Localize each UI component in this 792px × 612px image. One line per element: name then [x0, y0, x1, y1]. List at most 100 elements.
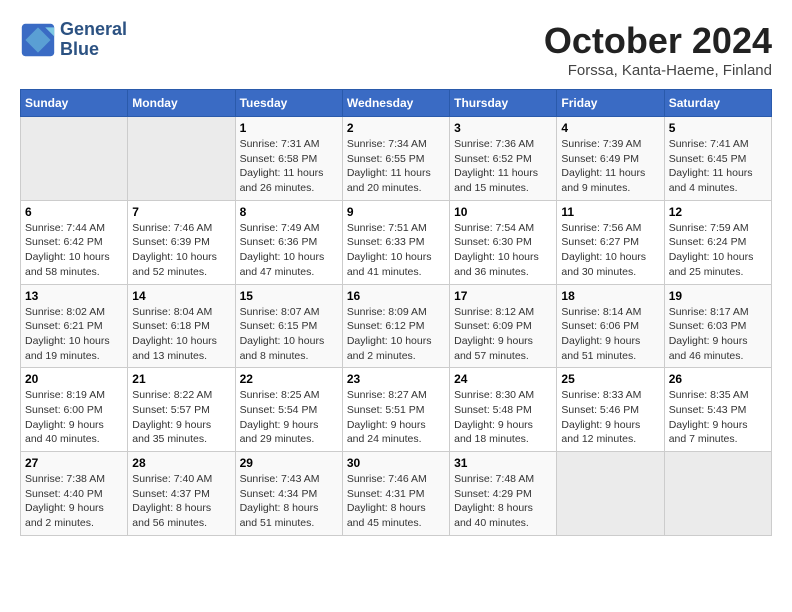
- day-number: 23: [347, 372, 445, 386]
- day-info: Sunrise: 8:19 AM Sunset: 6:00 PM Dayligh…: [25, 388, 123, 447]
- day-number: 8: [240, 205, 338, 219]
- day-info: Sunrise: 8:17 AM Sunset: 6:03 PM Dayligh…: [669, 305, 767, 364]
- calendar-cell: 23Sunrise: 8:27 AM Sunset: 5:51 PM Dayli…: [342, 368, 449, 452]
- day-info: Sunrise: 8:02 AM Sunset: 6:21 PM Dayligh…: [25, 305, 123, 364]
- day-number: 15: [240, 289, 338, 303]
- calendar-cell: 9 Sunrise: 7:51 AM Sunset: 6:33 PM Daylig…: [342, 200, 449, 284]
- calendar-cell: 3Sunrise: 7:36 AM Sunset: 6:52 PM Daylig…: [450, 117, 557, 201]
- day-number: 2: [347, 121, 445, 135]
- day-header-sunday: Sunday: [21, 90, 128, 117]
- calendar-cell: 10Sunrise: 7:54 AM Sunset: 6:30 PM Dayli…: [450, 200, 557, 284]
- calendar-cell: 26 Sunrise: 8:35 AM Sunset: 5:43 PM Dayli…: [664, 368, 771, 452]
- calendar-cell: [557, 452, 664, 536]
- day-number: 20: [25, 372, 123, 386]
- day-header-saturday: Saturday: [664, 90, 771, 117]
- calendar-cell: 1 Sunrise: 7:31 AM Sunset: 6:58 PM Daylig…: [235, 117, 342, 201]
- day-number: 25: [561, 372, 659, 386]
- day-number: 5: [669, 121, 767, 135]
- day-info: Sunrise: 7:38 AM Sunset: 4:40 PM Dayligh…: [25, 472, 123, 531]
- day-number: 21: [132, 372, 230, 386]
- day-info: Sunrise: 7:31 AM Sunset: 6:58 PM Dayligh…: [240, 137, 338, 196]
- calendar-cell: 11Sunrise: 7:56 AM Sunset: 6:27 PM Dayli…: [557, 200, 664, 284]
- day-number: 11: [561, 205, 659, 219]
- calendar-cell: [128, 117, 235, 201]
- day-header-wednesday: Wednesday: [342, 90, 449, 117]
- logo: General Blue: [20, 20, 127, 60]
- calendar-cell: [664, 452, 771, 536]
- header-row: SundayMondayTuesdayWednesdayThursdayFrid…: [21, 90, 772, 117]
- day-info: Sunrise: 7:46 AM Sunset: 6:39 PM Dayligh…: [132, 221, 230, 280]
- day-number: 26: [669, 372, 767, 386]
- day-info: Sunrise: 7:39 AM Sunset: 6:49 PM Dayligh…: [561, 137, 659, 196]
- day-info: Sunrise: 7:41 AM Sunset: 6:45 PM Dayligh…: [669, 137, 767, 196]
- day-info: Sunrise: 8:30 AM Sunset: 5:48 PM Dayligh…: [454, 388, 552, 447]
- day-number: 1: [240, 121, 338, 135]
- calendar-cell: 16 Sunrise: 8:09 AM Sunset: 6:12 PM Dayli…: [342, 284, 449, 368]
- day-number: 16: [347, 289, 445, 303]
- day-info: Sunrise: 8:12 AM Sunset: 6:09 PM Dayligh…: [454, 305, 552, 364]
- day-number: 4: [561, 121, 659, 135]
- week-row-3: 13Sunrise: 8:02 AM Sunset: 6:21 PM Dayli…: [21, 284, 772, 368]
- day-header-thursday: Thursday: [450, 90, 557, 117]
- calendar-table: SundayMondayTuesdayWednesdayThursdayFrid…: [20, 89, 772, 536]
- day-number: 14: [132, 289, 230, 303]
- calendar-cell: 29 Sunrise: 7:43 AM Sunset: 4:34 PM Dayli…: [235, 452, 342, 536]
- day-number: 24: [454, 372, 552, 386]
- calendar-cell: 7 Sunrise: 7:46 AM Sunset: 6:39 PM Daylig…: [128, 200, 235, 284]
- calendar-cell: 17 Sunrise: 8:12 AM Sunset: 6:09 PM Dayli…: [450, 284, 557, 368]
- calendar-cell: 21 Sunrise: 8:22 AM Sunset: 5:57 PM Dayli…: [128, 368, 235, 452]
- day-info: Sunrise: 7:43 AM Sunset: 4:34 PM Dayligh…: [240, 472, 338, 531]
- calendar-cell: 30 Sunrise: 7:46 AM Sunset: 4:31 PM Dayli…: [342, 452, 449, 536]
- day-number: 9: [347, 205, 445, 219]
- day-info: Sunrise: 7:51 AM Sunset: 6:33 PM Dayligh…: [347, 221, 445, 280]
- title-block: October 2024 Forssa, Kanta-Haeme, Finlan…: [544, 20, 772, 79]
- day-info: Sunrise: 8:07 AM Sunset: 6:15 PM Dayligh…: [240, 305, 338, 364]
- calendar-cell: 2 Sunrise: 7:34 AM Sunset: 6:55 PM Daylig…: [342, 117, 449, 201]
- calendar-cell: [21, 117, 128, 201]
- calendar-cell: 27 Sunrise: 7:38 AM Sunset: 4:40 PM Dayli…: [21, 452, 128, 536]
- day-info: Sunrise: 7:34 AM Sunset: 6:55 PM Dayligh…: [347, 137, 445, 196]
- day-info: Sunrise: 8:33 AM Sunset: 5:46 PM Dayligh…: [561, 388, 659, 447]
- day-info: Sunrise: 7:46 AM Sunset: 4:31 PM Dayligh…: [347, 472, 445, 531]
- calendar-title: October 2024: [544, 20, 772, 62]
- day-number: 19: [669, 289, 767, 303]
- day-number: 17: [454, 289, 552, 303]
- day-info: Sunrise: 8:25 AM Sunset: 5:54 PM Dayligh…: [240, 388, 338, 447]
- calendar-cell: 28Sunrise: 7:40 AM Sunset: 4:37 PM Dayli…: [128, 452, 235, 536]
- calendar-cell: 19 Sunrise: 8:17 AM Sunset: 6:03 PM Dayli…: [664, 284, 771, 368]
- day-info: Sunrise: 7:36 AM Sunset: 6:52 PM Dayligh…: [454, 137, 552, 196]
- calendar-cell: 14Sunrise: 8:04 AM Sunset: 6:18 PM Dayli…: [128, 284, 235, 368]
- logo-text: General Blue: [60, 20, 127, 60]
- day-info: Sunrise: 8:35 AM Sunset: 5:43 PM Dayligh…: [669, 388, 767, 447]
- day-header-friday: Friday: [557, 90, 664, 117]
- calendar-cell: 13Sunrise: 8:02 AM Sunset: 6:21 PM Dayli…: [21, 284, 128, 368]
- day-number: 28: [132, 456, 230, 470]
- calendar-cell: 22 Sunrise: 8:25 AM Sunset: 5:54 PM Dayli…: [235, 368, 342, 452]
- logo-icon: [20, 22, 56, 58]
- day-info: Sunrise: 8:14 AM Sunset: 6:06 PM Dayligh…: [561, 305, 659, 364]
- day-info: Sunrise: 8:22 AM Sunset: 5:57 PM Dayligh…: [132, 388, 230, 447]
- day-number: 12: [669, 205, 767, 219]
- day-number: 10: [454, 205, 552, 219]
- day-number: 6: [25, 205, 123, 219]
- day-info: Sunrise: 7:49 AM Sunset: 6:36 PM Dayligh…: [240, 221, 338, 280]
- calendar-cell: 5 Sunrise: 7:41 AM Sunset: 6:45 PM Daylig…: [664, 117, 771, 201]
- day-number: 7: [132, 205, 230, 219]
- day-number: 31: [454, 456, 552, 470]
- day-number: 30: [347, 456, 445, 470]
- day-header-tuesday: Tuesday: [235, 90, 342, 117]
- day-info: Sunrise: 7:44 AM Sunset: 6:42 PM Dayligh…: [25, 221, 123, 280]
- calendar-cell: 18 Sunrise: 8:14 AM Sunset: 6:06 PM Dayli…: [557, 284, 664, 368]
- day-info: Sunrise: 8:09 AM Sunset: 6:12 PM Dayligh…: [347, 305, 445, 364]
- calendar-cell: 15 Sunrise: 8:07 AM Sunset: 6:15 PM Dayli…: [235, 284, 342, 368]
- day-number: 29: [240, 456, 338, 470]
- calendar-cell: 20 Sunrise: 8:19 AM Sunset: 6:00 PM Dayli…: [21, 368, 128, 452]
- calendar-cell: 8 Sunrise: 7:49 AM Sunset: 6:36 PM Daylig…: [235, 200, 342, 284]
- calendar-cell: 6 Sunrise: 7:44 AM Sunset: 6:42 PM Daylig…: [21, 200, 128, 284]
- week-row-4: 20 Sunrise: 8:19 AM Sunset: 6:00 PM Dayli…: [21, 368, 772, 452]
- day-number: 27: [25, 456, 123, 470]
- day-number: 18: [561, 289, 659, 303]
- calendar-cell: 12Sunrise: 7:59 AM Sunset: 6:24 PM Dayli…: [664, 200, 771, 284]
- day-number: 22: [240, 372, 338, 386]
- calendar-subtitle: Forssa, Kanta-Haeme, Finland: [544, 62, 772, 79]
